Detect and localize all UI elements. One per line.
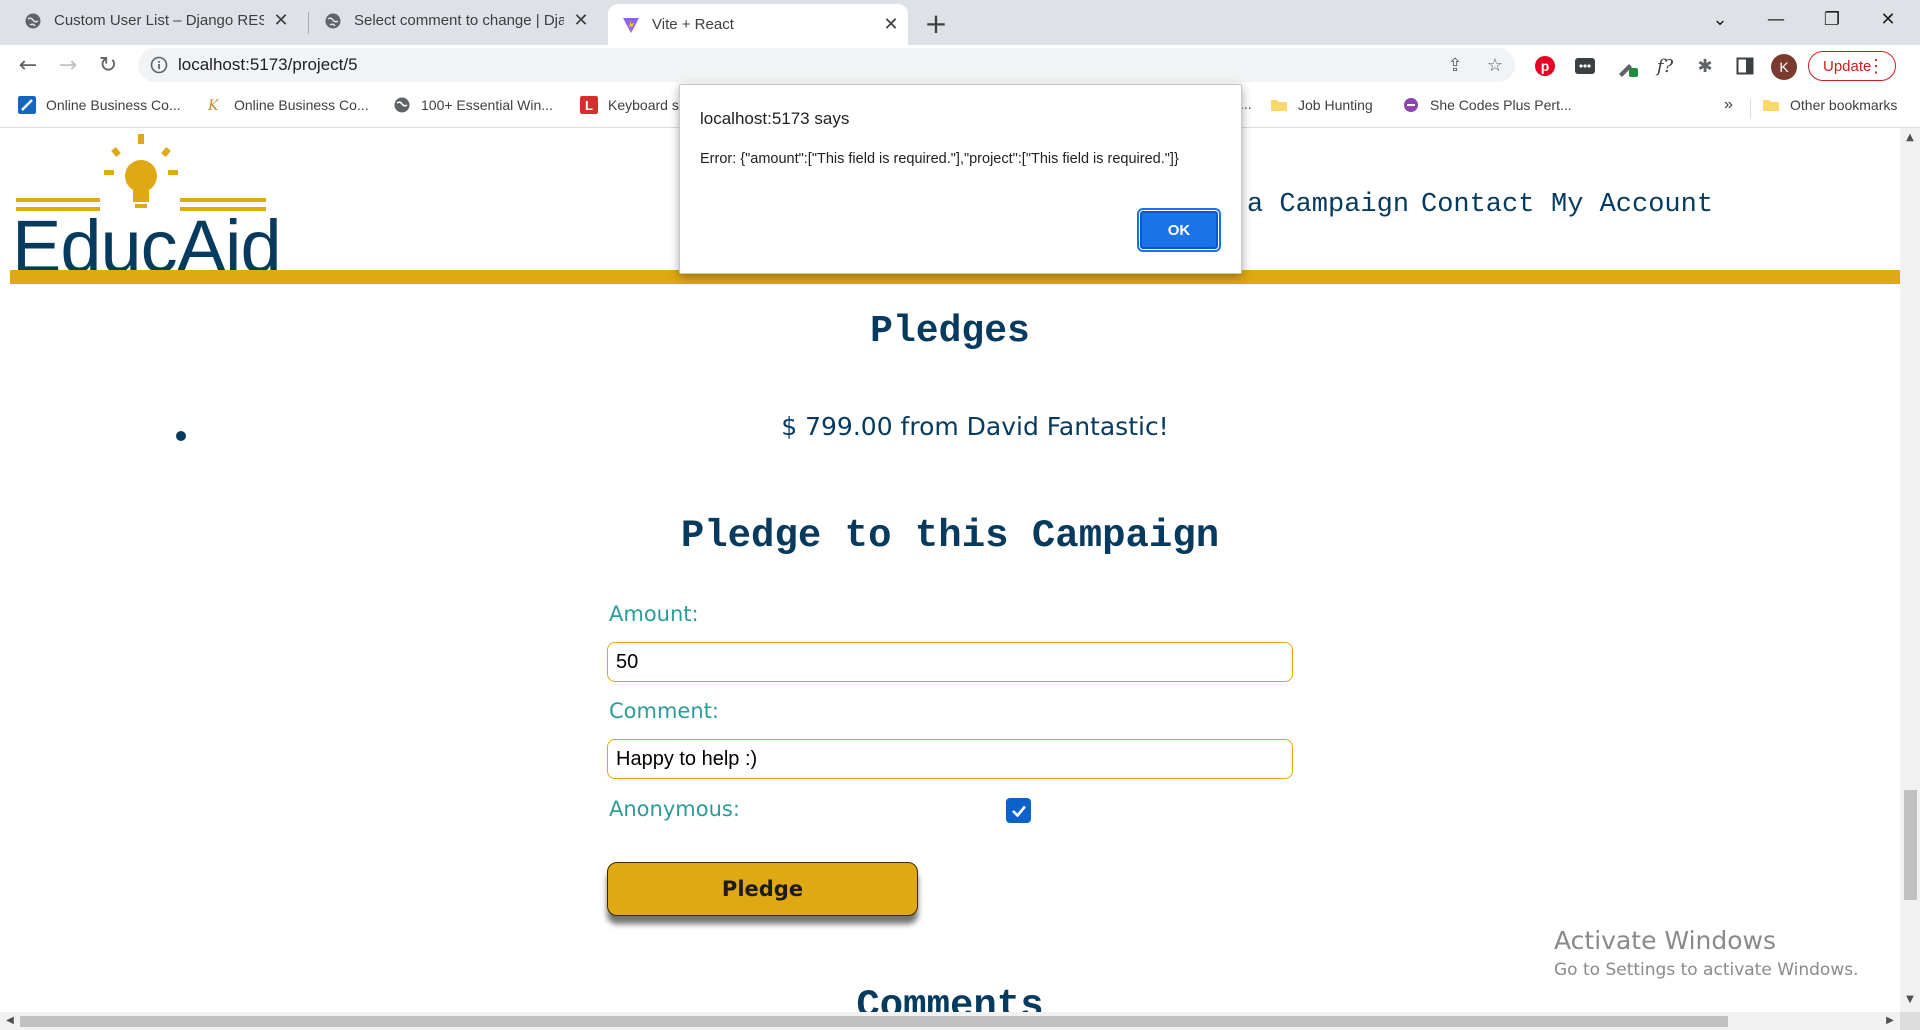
update-button[interactable]: Update ⋮ [1808,51,1896,81]
tab-vite-react[interactable]: Vite + React ✕ [608,4,908,45]
bookmark-item[interactable]: She Codes Plus Pert... [1402,96,1572,114]
svg-text:L: L [585,98,593,113]
bookmark-star-icon[interactable]: ☆ [1484,54,1506,76]
dialog-title: localhost:5173 says [700,109,850,128]
new-tab-button[interactable]: + [920,7,952,40]
restore-button[interactable]: ❐ [1804,0,1860,38]
comment-label: Comment: [609,699,719,723]
bookmark-label: Keyboard s [608,97,679,113]
anonymous-label: Anonymous: [609,797,740,821]
svg-text:p: p [1541,58,1550,74]
bookmark-item[interactable]: Online Business Co... [18,96,181,114]
folder-icon [1763,100,1779,111]
bookmark-label: Other bookmarks [1790,97,1898,113]
bookmark-label: Online Business Co... [46,97,181,113]
address-bar[interactable]: localhost:5173/project/5 ⇪ ☆ [138,48,1515,82]
svg-text:K: K [207,98,220,114]
bookmark-label: Online Business Co... [234,97,369,113]
side-panel-icon[interactable] [1732,53,1758,79]
activate-windows-title: Activate Windows [1554,926,1776,955]
reload-icon[interactable]: ↻ [92,49,124,81]
tab-title: Select comment to change | Djan [354,12,564,29]
comments-heading: Comments [856,984,1044,1012]
scroll-right-icon[interactable]: ▶ [1884,1015,1896,1027]
bookmark-label: Job Hunting [1298,97,1373,113]
globe-icon [25,13,41,28]
tab-custom-user-list[interactable]: Custom User List – Django REST f ✕ [0,0,292,41]
bookmark-item[interactable]: 100+ Essential Win... [393,96,553,114]
bookmark-item[interactable]: K Online Business Co... [206,96,369,114]
activate-windows-subtitle: Go to Settings to activate Windows. [1554,960,1859,980]
bookmark-label: 100+ Essential Win... [421,97,553,113]
alert-dialog: localhost:5173 says Error: {"amount":["T… [679,84,1242,274]
pledge-form-heading: Pledge to this Campaign [680,514,1220,558]
scrollbar-corner [1900,1012,1920,1030]
kebab-menu-icon: ⋮ [1867,56,1885,76]
extension-dots-icon[interactable] [1572,53,1598,79]
nav-my-account[interactable]: My Account [1551,190,1713,220]
bookmark-favicon-icon: L [580,96,598,114]
bookmarks-separator [1750,99,1751,119]
tab-title: Custom User List – Django REST f [54,12,264,29]
bookmark-favicon-icon [1404,98,1418,112]
comment-input[interactable]: Happy to help :) [607,739,1293,779]
anonymous-checkbox[interactable] [1006,798,1031,823]
bookmark-favicon-icon [18,96,36,114]
share-icon[interactable]: ⇪ [1444,54,1466,76]
globe-icon [325,13,341,28]
close-window-button[interactable]: ✕ [1860,0,1916,38]
folder-icon [1271,100,1287,111]
avatar[interactable]: K [1771,54,1797,80]
font-identifier-icon[interactable]: f? [1652,53,1678,79]
url-text: localhost:5173/project/5 [178,55,358,74]
other-bookmarks-folder[interactable]: Other bookmarks [1762,96,1897,114]
bookmark-folder[interactable]: Job Hunting [1270,96,1373,114]
nav-start-campaign[interactable]: a Campaign [1247,190,1409,220]
tab-search-icon[interactable]: ⌄ [1692,0,1748,38]
dialog-message: Error: {"amount":["This field is require… [700,151,1179,167]
scroll-down-icon[interactable]: ▼ [1904,994,1916,1006]
scroll-thumb[interactable] [20,1016,1728,1027]
back-arrow-icon[interactable]: ← [12,49,44,81]
amount-label: Amount: [609,602,699,626]
bookmark-item[interactable]: L Keyboard s [580,96,679,114]
pledges-heading: Pledges [870,310,1030,353]
scroll-up-icon[interactable]: ▲ [1904,132,1916,144]
amount-input[interactable]: 50 [607,642,1293,682]
globe-icon [394,97,410,113]
browser-toolbar: ← → ↻ localhost:5173/project/5 ⇪ ☆ p f? … [0,45,1920,85]
minimize-button[interactable]: — [1748,0,1804,38]
overflow-label: » [1724,96,1733,113]
close-icon[interactable]: ✕ [880,14,902,36]
bookmark-label: She Codes Plus Pert... [1430,97,1572,113]
list-item: $ 799.00 from David Fantastic! [781,412,1169,441]
bookmarks-overflow-button[interactable]: » [1724,96,1733,114]
vite-logo-icon [623,17,639,33]
checkmark-icon [1011,805,1026,817]
pledge-submit-button[interactable]: Pledge [607,862,918,916]
pinterest-icon[interactable]: p [1532,53,1558,79]
scroll-thumb[interactable] [1904,790,1917,900]
close-icon[interactable]: ✕ [570,10,592,32]
update-label: Update [1823,57,1872,75]
info-icon[interactable] [150,56,168,74]
forward-arrow-icon[interactable]: → [52,49,84,81]
scroll-left-icon[interactable]: ◀ [4,1015,16,1027]
tab-strip: Custom User List – Django REST f ✕ Selec… [0,0,1920,45]
tab-title: Vite + React [652,16,734,33]
ok-button[interactable]: OK [1137,208,1221,252]
bookmark-favicon-icon: K [207,98,220,114]
eyedropper-icon[interactable] [1614,53,1640,79]
nav-contact[interactable]: Contact [1421,190,1534,220]
vertical-scrollbar[interactable]: ▲ ▼ [1900,128,1920,1012]
close-icon[interactable]: ✕ [270,10,292,32]
puzzle-icon[interactable]: ✱ [1692,53,1718,79]
horizontal-scrollbar[interactable]: ◀ ▶ [0,1012,1900,1030]
tab-select-comment[interactable]: Select comment to change | Djan ✕ [300,0,592,41]
